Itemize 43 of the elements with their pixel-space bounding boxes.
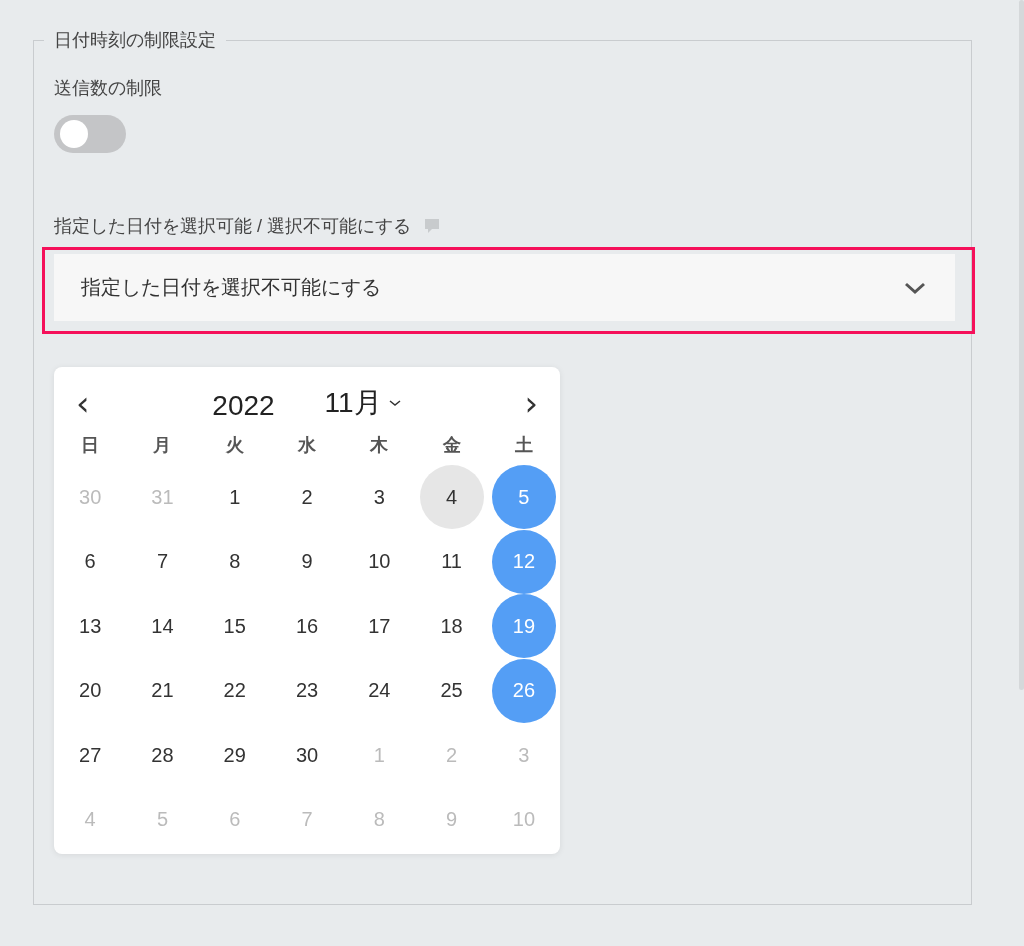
calendar-day[interactable]: 24 bbox=[347, 658, 412, 723]
weekday-label: 木 bbox=[370, 434, 389, 457]
field-label: 送信数の制限 bbox=[54, 77, 163, 100]
calendar-day[interactable]: 25 bbox=[419, 658, 484, 723]
previous-month-button[interactable]: ‹ bbox=[72, 388, 94, 418]
dropdown-select[interactable]: 指定した日付を選択不可能にする bbox=[54, 254, 955, 321]
calendar-day[interactable]: 1 bbox=[202, 465, 267, 530]
month-select[interactable]: 11月 bbox=[324, 384, 382, 422]
calendar-day[interactable]: 10 bbox=[347, 529, 412, 594]
calendar-day[interactable]: 13 bbox=[58, 594, 123, 659]
calendar-day[interactable]: 28 bbox=[130, 723, 195, 788]
calendar-day[interactable]: 18 bbox=[419, 594, 484, 659]
calendar-day[interactable]: 4 bbox=[419, 465, 484, 530]
comment-icon[interactable] bbox=[423, 217, 441, 235]
weekday-label: 火 bbox=[225, 434, 244, 457]
calendar-day[interactable]: 11 bbox=[419, 529, 484, 594]
weekday-label: 金 bbox=[442, 434, 461, 457]
calendar-day[interactable]: 16 bbox=[275, 594, 340, 659]
calendar-day[interactable]: 3 bbox=[347, 465, 412, 530]
calendar-day[interactable]: 15 bbox=[202, 594, 267, 659]
calendar-day[interactable]: 23 bbox=[275, 658, 340, 723]
caret-icon[interactable] bbox=[387, 398, 402, 408]
next-month-button[interactable]: › bbox=[520, 388, 542, 418]
weekday-label: 日 bbox=[81, 434, 100, 457]
calendar-day[interactable]: 17 bbox=[347, 594, 412, 659]
calendar-day[interactable]: 30 bbox=[275, 723, 340, 788]
calendar-day[interactable]: 20 bbox=[58, 658, 123, 723]
calendar-day[interactable]: 9 bbox=[275, 529, 340, 594]
calendar-day[interactable]: 21 bbox=[130, 658, 195, 723]
calendar-day[interactable]: 29 bbox=[202, 723, 267, 788]
year-select[interactable]: 2022 bbox=[212, 390, 275, 422]
weekday-label: 土 bbox=[514, 434, 533, 457]
toggle-switch[interactable] bbox=[54, 115, 126, 153]
calendar-day[interactable]: 14 bbox=[130, 594, 195, 659]
calendar-day[interactable]: 8 bbox=[202, 529, 267, 594]
calendar-day[interactable]: 7 bbox=[130, 529, 195, 594]
calendar-day[interactable]: 6 bbox=[58, 529, 123, 594]
weekday-label: 月 bbox=[153, 434, 172, 457]
calendar-day[interactable]: 22 bbox=[202, 658, 267, 723]
calendar-day[interactable]: 27 bbox=[58, 723, 123, 788]
weekday-label: 水 bbox=[298, 434, 317, 457]
calendar-day[interactable]: 2 bbox=[275, 465, 340, 530]
field-label: 指定した日付を選択可能 / 選択不可能にする bbox=[54, 215, 411, 238]
